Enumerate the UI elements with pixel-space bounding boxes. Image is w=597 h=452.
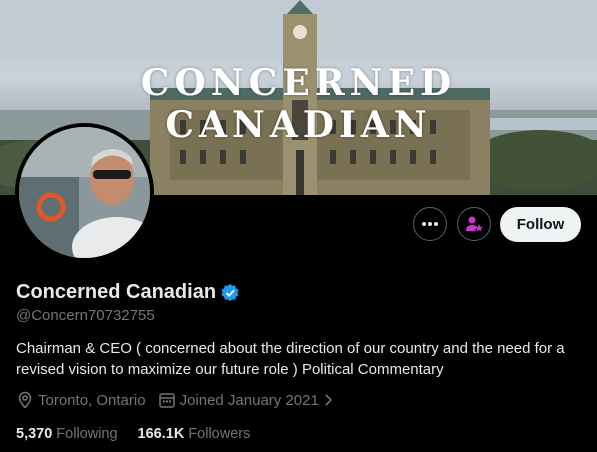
following-count: 5,370 — [16, 426, 53, 442]
bio: Chairman & CEO ( concerned about the dir… — [16, 340, 565, 378]
chevron-right-icon[interactable] — [323, 393, 335, 407]
calendar-icon — [158, 393, 175, 408]
avatar[interactable] — [15, 123, 154, 262]
display-name: Concerned Canadian — [16, 281, 217, 303]
location-pin-icon — [18, 391, 32, 409]
followers-link[interactable]: 166.1K Followers — [138, 426, 251, 442]
followers-count: 166.1K — [137, 426, 185, 442]
subscribe-person-star-icon — [466, 216, 483, 232]
follow-button[interactable]: Follow — [500, 207, 581, 242]
followers-label: Followers — [188, 426, 251, 442]
following-link[interactable]: 5,370 Following — [16, 426, 118, 442]
avatar-photo — [19, 127, 150, 258]
joined-date: Joined January 2021 — [158, 391, 339, 409]
more-button[interactable] — [413, 207, 447, 241]
profile-meta: Toronto, Ontario Joined January 2021 — [16, 391, 351, 409]
name-row: Concerned Canadian — [16, 281, 240, 304]
joined-text: Joined January 2021 — [179, 391, 319, 409]
more-icon — [422, 222, 438, 226]
location: Toronto, Ontario — [16, 391, 146, 409]
handle: @Concern70732755 — [16, 307, 155, 324]
follow-stats: 5,370 Following 166.1K Followers — [16, 426, 270, 442]
subscribe-button[interactable] — [457, 207, 491, 241]
location-text: Toronto, Ontario — [38, 391, 146, 409]
verified-badge-icon[interactable] — [220, 283, 240, 303]
following-label: Following — [56, 426, 118, 442]
